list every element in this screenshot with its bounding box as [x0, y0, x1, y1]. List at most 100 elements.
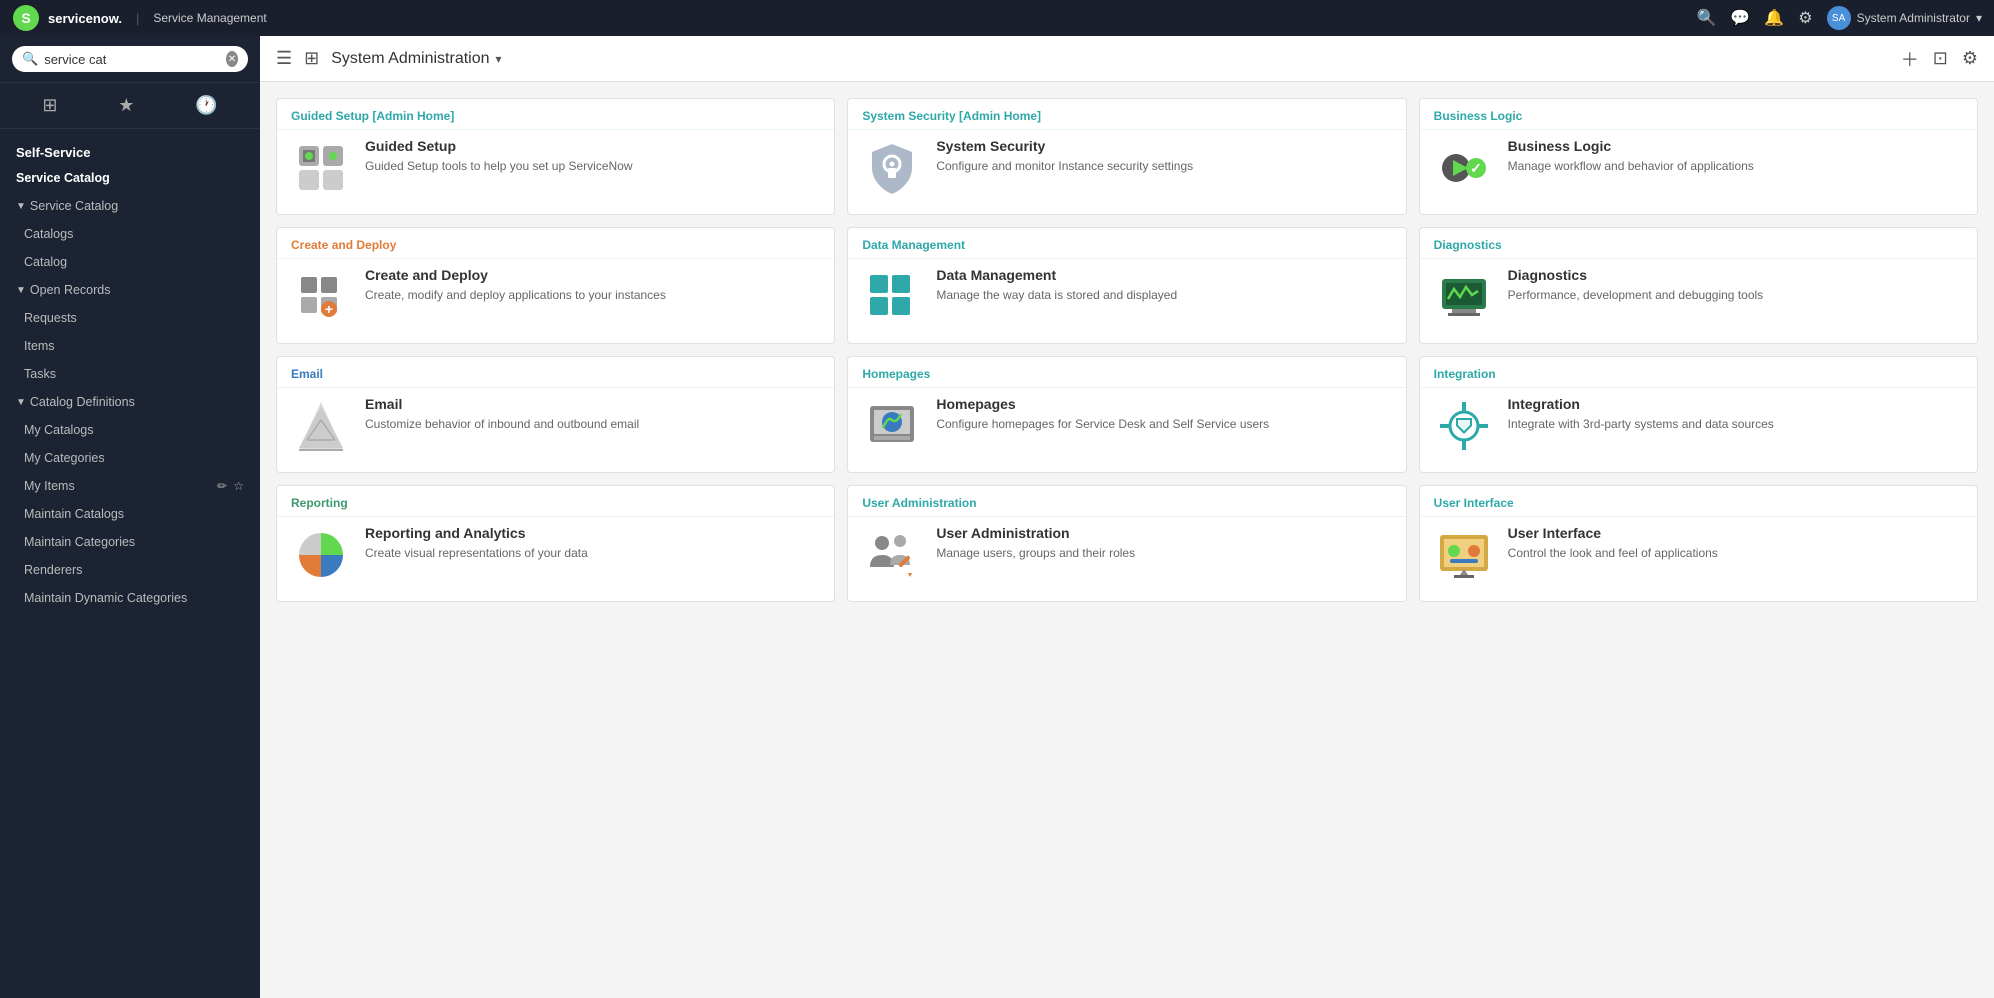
- edit-icon[interactable]: ✏: [217, 479, 227, 493]
- guided-setup-icon: [291, 138, 351, 198]
- card-integration-text: Integration Integrate with 3rd-party sys…: [1508, 396, 1774, 433]
- sidebar-item-renderers[interactable]: Renderers: [0, 556, 260, 584]
- card-guided-setup-desc: Guided Setup tools to help you set up Se…: [365, 158, 633, 175]
- page-title-dropdown[interactable]: ▾: [496, 52, 502, 66]
- email-icon: [291, 396, 351, 456]
- card-user-admin[interactable]: User Administration: [847, 485, 1406, 602]
- add-tab-icon[interactable]: ＋: [1901, 46, 1919, 72]
- svg-text:S: S: [21, 10, 30, 26]
- card-diagnostics-text: Diagnostics Performance, development and…: [1508, 267, 1764, 304]
- hamburger-icon[interactable]: ☰: [276, 48, 292, 69]
- top-bar-right: 🔍 💬 🔔 ⚙ SA System Administrator ▾: [1696, 6, 1982, 30]
- reporting-icon: [291, 525, 351, 585]
- card-create-deploy[interactable]: Create and Deploy + Create and: [276, 227, 835, 344]
- card-email-header: Email: [277, 357, 834, 388]
- nav-item-action-icons: ✏ ☆: [217, 479, 244, 493]
- card-business-logic-body: ✓ Business Logic Manage workflow and beh…: [1420, 130, 1977, 214]
- sidebar-item-service-catalog-main[interactable]: Service Catalog: [0, 164, 260, 192]
- card-integration-body: Integration Integrate with 3rd-party sys…: [1420, 388, 1977, 472]
- caret-down-icon-3: ▼: [16, 397, 26, 408]
- search-icon[interactable]: 🔍: [1696, 8, 1716, 28]
- card-data-management-desc: Manage the way data is stored and displa…: [936, 287, 1177, 304]
- card-homepages-desc: Configure homepages for Service Desk and…: [936, 416, 1269, 433]
- card-email-desc: Customize behavior of inbound and outbou…: [365, 416, 639, 433]
- search-clear-button[interactable]: ✕: [226, 51, 238, 67]
- card-integration-desc: Integrate with 3rd-party systems and dat…: [1508, 416, 1774, 433]
- system-security-icon: [862, 138, 922, 198]
- sidebar-item-maintain-catalogs[interactable]: Maintain Catalogs: [0, 500, 260, 528]
- user-menu[interactable]: SA System Administrator ▾: [1827, 6, 1982, 30]
- card-diagnostics-body: Diagnostics Performance, development and…: [1420, 259, 1977, 343]
- card-user-admin-title: User Administration: [936, 525, 1135, 541]
- sidebar-item-my-catalogs[interactable]: My Catalogs: [0, 416, 260, 444]
- caret-down-icon-2: ▼: [16, 285, 26, 296]
- share-icon[interactable]: ⊡: [1933, 48, 1948, 69]
- header-actions: ＋ ⊡ ⚙: [1901, 46, 1978, 72]
- user-admin-icon: [862, 525, 922, 585]
- card-system-security[interactable]: System Security [Admin Home] System Secu…: [847, 98, 1406, 215]
- user-dropdown-arrow: ▾: [1976, 11, 1982, 25]
- sidebar-group-service-catalog[interactable]: ▼ Service Catalog: [0, 192, 260, 220]
- card-reporting[interactable]: Reporting Reporting and Analyt: [276, 485, 835, 602]
- card-email-body: Email Customize behavior of inbound and …: [277, 388, 834, 472]
- card-system-security-title: System Security: [936, 138, 1193, 154]
- sidebar-item-my-categories[interactable]: My Categories: [0, 444, 260, 472]
- top-bar: S servicenow. | Service Management 🔍 💬 🔔…: [0, 0, 1994, 36]
- search-input-wrapper[interactable]: 🔍 ✕: [12, 46, 248, 72]
- caret-down-icon: ▼: [16, 201, 26, 212]
- card-guided-setup[interactable]: Guided Setup [Admin Home]: [276, 98, 835, 215]
- content-header: ☰ ⊞ System Administration ▾ ＋ ⊡ ⚙: [260, 36, 1994, 82]
- sidebar-item-requests[interactable]: Requests: [0, 304, 260, 332]
- sidebar-group-open-records[interactable]: ▼ Open Records: [0, 276, 260, 304]
- card-email-text: Email Customize behavior of inbound and …: [365, 396, 639, 433]
- create-deploy-icon: +: [291, 267, 351, 327]
- sidebar-group-label: Service Catalog: [30, 199, 118, 213]
- configure-icon[interactable]: ⚙: [1962, 48, 1978, 69]
- chat-icon[interactable]: 💬: [1730, 8, 1750, 28]
- homepages-icon: [862, 396, 922, 456]
- sidebar-item-catalogs[interactable]: Catalogs: [0, 220, 260, 248]
- grid-view-icon[interactable]: ⊞: [304, 48, 319, 69]
- sidebar-item-tasks[interactable]: Tasks: [0, 360, 260, 388]
- card-create-deploy-desc: Create, modify and deploy applications t…: [365, 287, 666, 304]
- card-guided-setup-body: Guided Setup Guided Setup tools to help …: [277, 130, 834, 214]
- sidebar-star-icon[interactable]: ★: [114, 91, 138, 120]
- sidebar-item-my-items[interactable]: My Items ✏ ☆: [0, 472, 260, 500]
- card-homepages[interactable]: Homepages Homepages Configure hom: [847, 356, 1406, 473]
- card-create-deploy-header: Create and Deploy: [277, 228, 834, 259]
- search-input[interactable]: [44, 52, 220, 67]
- card-email[interactable]: Email Email Customize behavior of: [276, 356, 835, 473]
- servicenow-logo-icon: S: [12, 4, 40, 32]
- star-item-icon[interactable]: ☆: [233, 479, 244, 493]
- card-guided-setup-header: Guided Setup [Admin Home]: [277, 99, 834, 130]
- sidebar-home-icon[interactable]: ⊞: [38, 91, 61, 120]
- card-homepages-header: Homepages: [848, 357, 1405, 388]
- card-integration-title: Integration: [1508, 396, 1774, 412]
- card-business-logic-header: Business Logic: [1420, 99, 1977, 130]
- sidebar-item-items[interactable]: Items: [0, 332, 260, 360]
- sidebar-item-self-service[interactable]: Self-Service: [0, 137, 260, 164]
- card-guided-setup-title: Guided Setup: [365, 138, 633, 154]
- logo-text: servicenow.: [48, 11, 122, 26]
- card-business-logic[interactable]: Business Logic ✓ Business Logic Manage w…: [1419, 98, 1978, 215]
- sidebar-group-catalog-definitions-label: Catalog Definitions: [30, 395, 135, 409]
- settings-gear-icon[interactable]: ⚙: [1798, 8, 1812, 28]
- card-business-logic-desc: Manage workflow and behavior of applicat…: [1508, 158, 1754, 175]
- card-user-interface-text: User Interface Control the look and feel…: [1508, 525, 1718, 562]
- card-reporting-body: Reporting and Analytics Create visual re…: [277, 517, 834, 601]
- sidebar-item-catalog[interactable]: Catalog: [0, 248, 260, 276]
- sidebar-group-catalog-definitions[interactable]: ▼ Catalog Definitions: [0, 388, 260, 416]
- card-integration[interactable]: Integration Int: [1419, 356, 1978, 473]
- cards-grid: Guided Setup [Admin Home]: [260, 82, 1994, 998]
- notification-icon[interactable]: 🔔: [1764, 8, 1784, 28]
- sidebar-item-maintain-categories[interactable]: Maintain Categories: [0, 528, 260, 556]
- content-area: ☰ ⊞ System Administration ▾ ＋ ⊡ ⚙ Guided…: [260, 36, 1994, 998]
- card-diagnostics[interactable]: Diagnostics Diagnostics Performan: [1419, 227, 1978, 344]
- card-business-logic-text: Business Logic Manage workflow and behav…: [1508, 138, 1754, 175]
- card-create-deploy-body: + Create and Deploy Create, modify and d…: [277, 259, 834, 343]
- sidebar-history-icon[interactable]: 🕐: [191, 91, 221, 120]
- main-layout: 🔍 ✕ ⊞ ★ 🕐 Self-Service Service Catalog ▼…: [0, 36, 1994, 998]
- card-user-interface[interactable]: User Interface: [1419, 485, 1978, 602]
- card-data-management[interactable]: Data Management Data Management Manage t…: [847, 227, 1406, 344]
- sidebar-item-maintain-dynamic-categories[interactable]: Maintain Dynamic Categories: [0, 584, 260, 612]
